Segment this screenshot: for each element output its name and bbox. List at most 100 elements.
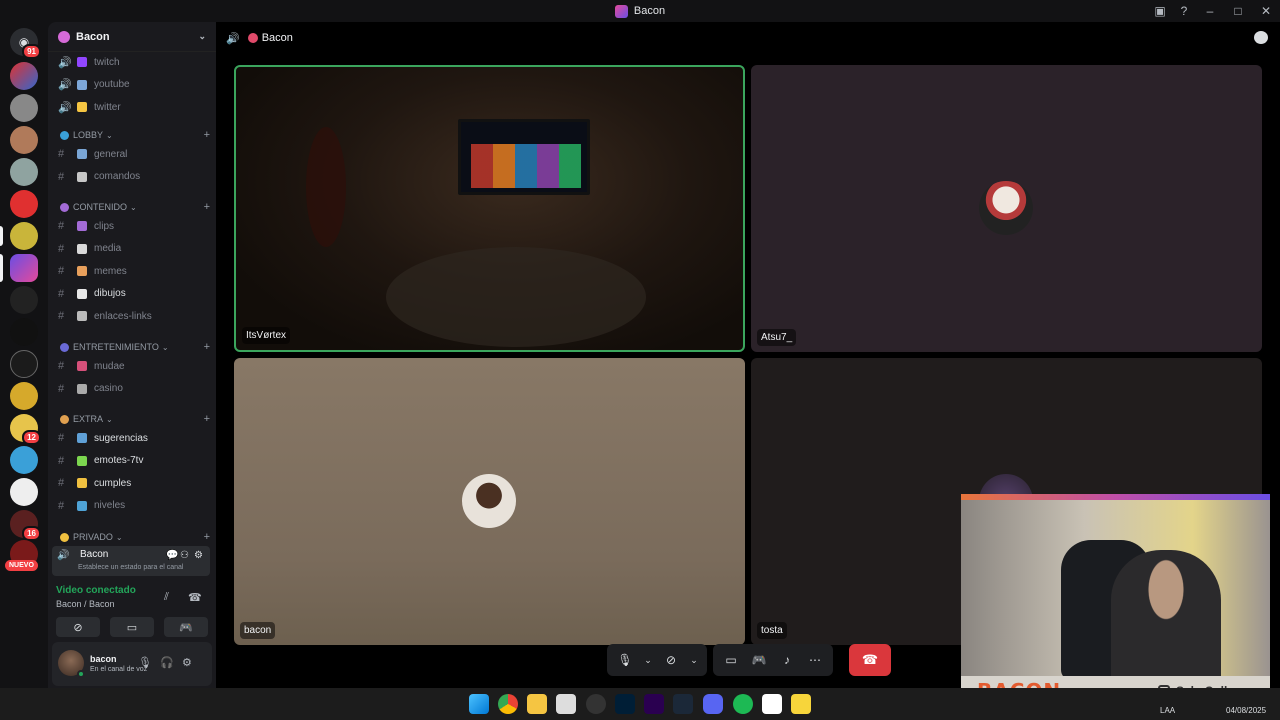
snipping-tool-icon[interactable] — [556, 694, 576, 714]
sidebar-channel-comandos[interactable]: # comandos — [58, 168, 208, 186]
video-tile[interactable]: ItsVørtex — [234, 65, 745, 352]
add-channel-icon[interactable]: + — [204, 341, 210, 353]
screen-share-icon[interactable]: ▭ — [719, 648, 743, 672]
sidebar-channel-clips[interactable]: # clips — [58, 217, 208, 235]
add-channel-icon[interactable]: + — [204, 129, 210, 141]
server-icon[interactable]: 12 — [10, 414, 41, 445]
mic-icon[interactable]: 🎙 — [613, 648, 637, 672]
obs-icon[interactable] — [586, 694, 606, 714]
invite-icon[interactable]: ⚇ — [180, 550, 189, 561]
sidebar-channel-media[interactable]: # media — [58, 240, 208, 258]
activity-button[interactable]: 🎮 — [164, 617, 208, 637]
server-icon[interactable] — [10, 478, 38, 506]
sidebar-channel-dibujos[interactable]: # dibujos — [58, 285, 208, 303]
mic-icon[interactable]: 🎙 — [138, 656, 152, 669]
hash-icon: # — [58, 220, 65, 232]
sidebar-channel-niveles[interactable]: # niveles — [58, 497, 208, 515]
gear-icon[interactable]: ⚙ — [194, 550, 203, 561]
disconnect-icon[interactable]: ☎ — [188, 591, 202, 604]
sidebar-channel-general[interactable]: # general — [58, 145, 208, 163]
channel-emoji-icon — [77, 57, 87, 67]
soundboard-icon[interactable]: ♪ — [775, 648, 799, 672]
guild-header[interactable]: Bacon ⌄ — [48, 22, 216, 52]
more-icon[interactable]: ⋯ — [803, 648, 827, 672]
server-icon[interactable] — [10, 382, 38, 410]
streamer — [1111, 550, 1221, 682]
sidebar-channel-memes[interactable]: # memes — [58, 262, 208, 280]
server-icon[interactable] — [10, 190, 38, 218]
direct-messages-button[interactable]: ◉ 91 — [10, 28, 41, 59]
notion-icon[interactable] — [762, 694, 782, 714]
hang-up-button[interactable]: ☎ — [849, 644, 891, 676]
category-privado[interactable]: PRIVADO ⌄ + — [60, 530, 210, 544]
discord-taskbar-icon[interactable] — [703, 694, 723, 714]
premiere-icon[interactable] — [644, 694, 664, 714]
steam-icon[interactable] — [673, 694, 693, 714]
sidebar-channel-twitter[interactable]: 🔊 twitter — [58, 98, 208, 116]
activity-icon[interactable]: 🎮 — [747, 648, 771, 672]
sidebar-channel-cumples[interactable]: # cumples — [58, 474, 208, 492]
spotify-icon[interactable] — [733, 694, 753, 714]
server-icon[interactable] — [10, 158, 38, 186]
sidebar-channel-emotes-7tv[interactable]: # emotes-7tv — [58, 452, 208, 470]
voice-channel-row[interactable]: 🔊 Bacon Establece un estado para el cana… — [52, 546, 210, 576]
camera-toggle-button[interactable]: ⊘ — [56, 617, 100, 637]
category-icon — [60, 130, 69, 140]
server-icon[interactable] — [10, 126, 38, 154]
server-icon-bacon[interactable] — [10, 254, 38, 282]
clock-date[interactable]: 04/08/2025 — [1226, 706, 1266, 715]
voice-channel-name: Bacon — [80, 549, 109, 560]
noise-suppression-icon[interactable]: ⫽ — [164, 591, 169, 604]
channel-emoji-icon — [77, 383, 87, 394]
hash-icon: # — [58, 310, 65, 322]
sidebar-channel-twitch[interactable]: 🔊 twitch — [58, 53, 208, 71]
chevron-down-icon: ⌄ — [106, 414, 113, 424]
server-icon[interactable]: 16 — [10, 510, 41, 541]
inbox-icon[interactable]: ▣ — [1148, 0, 1172, 22]
video-tile[interactable]: Atsu7_ — [751, 65, 1262, 352]
sidebar-channel-enlaces-links[interactable]: # enlaces-links — [58, 307, 208, 325]
chat-icon[interactable]: 💬 — [166, 550, 178, 561]
category-entretenimiento[interactable]: ENTRETENIMIENTO ⌄ + — [60, 340, 210, 354]
server-icon[interactable] — [10, 222, 38, 250]
sidebar-channel-youtube[interactable]: 🔊 youtube — [58, 76, 208, 94]
voice-channel-status[interactable]: Establece un estado para el canal — [78, 564, 183, 571]
online-status-dot — [77, 670, 85, 678]
help-icon[interactable]: ? — [1172, 0, 1196, 22]
sidebar-channel-casino[interactable]: # casino — [58, 380, 208, 398]
screen-share-button[interactable]: ▭ — [110, 617, 154, 637]
category-lobby[interactable]: LOBBY ⌄ + — [60, 128, 210, 142]
add-channel-icon[interactable]: + — [204, 531, 210, 543]
photoshop-icon[interactable] — [615, 694, 635, 714]
category-contenido[interactable]: CONTENIDO ⌄ + — [60, 200, 210, 214]
chevron-down-icon[interactable]: ⌄ — [687, 648, 701, 672]
camera-off-icon[interactable]: ⊘ — [659, 648, 683, 672]
server-icon[interactable] — [10, 350, 38, 378]
sticky-notes-icon[interactable] — [791, 694, 811, 714]
server-icon[interactable] — [10, 286, 38, 314]
sidebar-channel-mudae[interactable]: # mudae — [58, 357, 208, 375]
server-icon[interactable] — [10, 318, 38, 346]
server-icon[interactable] — [10, 94, 38, 122]
minimize-button[interactable]: – — [1196, 0, 1224, 22]
video-tile[interactable]: bacon — [234, 358, 745, 645]
gear-icon[interactable]: ⚙ — [182, 656, 192, 669]
camera-off-icon: ⊘ — [73, 621, 83, 634]
category-extra[interactable]: EXTRA ⌄ + — [60, 412, 210, 426]
maximize-button[interactable]: □ — [1224, 0, 1252, 22]
close-button[interactable]: ✕ — [1252, 0, 1280, 22]
server-icon[interactable] — [10, 446, 38, 474]
server-icon[interactable] — [10, 62, 38, 90]
call-channel-name: Bacon — [261, 32, 293, 44]
windows-start-icon[interactable] — [469, 694, 489, 714]
file-explorer-icon[interactable] — [527, 694, 547, 714]
voice-connected-location[interactable]: Bacon / Bacon — [56, 599, 115, 609]
chrome-icon[interactable] — [498, 694, 518, 714]
add-channel-icon[interactable]: + — [204, 413, 210, 425]
sidebar-channel-sugerencias[interactable]: # sugerencias — [58, 429, 208, 447]
keyboard-language[interactable]: LAA — [1160, 706, 1175, 715]
chevron-down-icon[interactable]: ⌄ — [641, 648, 655, 672]
headphones-icon[interactable]: 🎧 — [160, 656, 174, 669]
add-channel-icon[interactable]: + — [204, 201, 210, 213]
chat-icon[interactable] — [1254, 31, 1268, 44]
